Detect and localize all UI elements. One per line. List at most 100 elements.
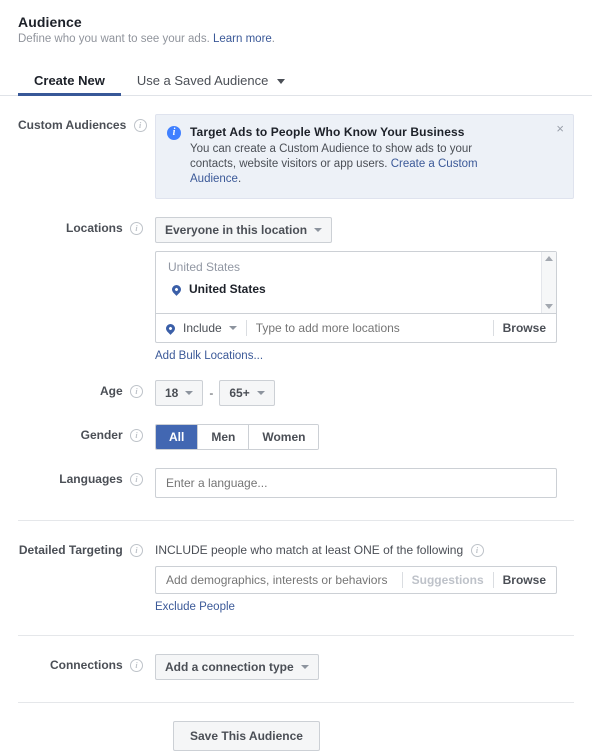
info-icon[interactable]: i bbox=[133, 119, 147, 132]
chevron-down-icon bbox=[300, 665, 309, 669]
row-locations: Locations i Everyone in this location Un… bbox=[18, 199, 574, 362]
exclude-people-link[interactable]: Exclude People bbox=[155, 601, 235, 613]
locations-box: United States United States Include Type… bbox=[155, 251, 557, 343]
age-label: Age i bbox=[18, 380, 155, 398]
detailed-targeting-input[interactable] bbox=[166, 573, 393, 587]
info-icon[interactable]: i bbox=[130, 659, 143, 672]
include-exclude-dropdown[interactable]: Include bbox=[164, 321, 237, 335]
tab-use-saved-audience[interactable]: Use a Saved Audience bbox=[121, 73, 301, 95]
age-field: 18 - 65+ bbox=[155, 380, 574, 406]
divider bbox=[492, 572, 494, 588]
tab-create-new[interactable]: Create New bbox=[18, 73, 121, 96]
locations-scrollbar[interactable] bbox=[541, 252, 556, 313]
info-icon[interactable]: i bbox=[130, 385, 143, 398]
audience-form: Custom Audiences i i Target Ads to Peopl… bbox=[0, 96, 592, 751]
detailed-targeting-box: Suggestions Browse bbox=[155, 566, 557, 594]
info-icon[interactable]: i bbox=[470, 544, 484, 557]
selected-locations-list: United States United States bbox=[156, 252, 556, 314]
info-icon[interactable]: i bbox=[130, 544, 143, 557]
chevron-down-icon bbox=[314, 228, 323, 232]
chevron-down-icon bbox=[185, 391, 194, 395]
chevron-down-icon bbox=[256, 391, 265, 395]
age-max-dropdown[interactable]: 65+ bbox=[219, 380, 275, 406]
gender-option-all[interactable]: All bbox=[156, 425, 198, 449]
row-languages: Languages i bbox=[18, 450, 574, 498]
banner-text: You can create a Custom Audience to show… bbox=[190, 142, 520, 187]
banner-body: Target Ads to People Who Know Your Busin… bbox=[190, 125, 520, 187]
locations-input-row: Include Browse bbox=[156, 314, 556, 342]
detailed-targeting-label: Detailed Targeting i bbox=[18, 539, 155, 557]
languages-label: Languages i bbox=[18, 468, 155, 486]
row-connections: Connections i Add a connection type bbox=[18, 636, 574, 680]
map-pin-icon bbox=[164, 321, 177, 335]
locations-search-input[interactable] bbox=[255, 321, 484, 335]
detailed-targeting-browse-button[interactable]: Browse bbox=[503, 573, 556, 587]
custom-audiences-field: i Target Ads to People Who Know Your Bus… bbox=[155, 114, 574, 199]
gender-field: All Men Women bbox=[155, 424, 574, 450]
gender-option-women[interactable]: Women bbox=[248, 425, 319, 449]
locations-group-header: United States bbox=[168, 260, 241, 274]
custom-audiences-label: Custom Audiences i bbox=[18, 114, 155, 132]
scroll-up-icon[interactable] bbox=[545, 256, 553, 261]
connection-type-label: Add a connection type bbox=[165, 660, 294, 674]
suggestions-button[interactable]: Suggestions bbox=[412, 573, 484, 587]
page-header: Audience Define who you want to see your… bbox=[0, 0, 592, 45]
languages-input[interactable] bbox=[155, 468, 557, 498]
map-pin-icon bbox=[170, 282, 183, 296]
age-min-value: 18 bbox=[165, 386, 179, 400]
close-icon[interactable]: × bbox=[556, 122, 564, 135]
include-exclude-label: Include bbox=[183, 321, 222, 335]
row-custom-audiences: Custom Audiences i i Target Ads to Peopl… bbox=[18, 96, 574, 199]
chevron-down-icon bbox=[276, 79, 285, 85]
scroll-down-icon[interactable] bbox=[545, 304, 553, 309]
save-audience-button[interactable]: Save This Audience bbox=[173, 721, 320, 751]
connection-type-dropdown[interactable]: Add a connection type bbox=[155, 654, 319, 680]
footer-actions: Save This Audience bbox=[18, 703, 574, 751]
add-bulk-locations-link[interactable]: Add Bulk Locations... bbox=[155, 350, 263, 362]
page-title: Audience bbox=[18, 14, 82, 30]
gender-label-text: Gender bbox=[80, 428, 123, 442]
info-icon[interactable]: i bbox=[130, 473, 143, 486]
gender-option-men[interactable]: Men bbox=[197, 425, 249, 449]
page-subtitle-period: . bbox=[271, 33, 275, 45]
age-range-separator: - bbox=[209, 386, 214, 400]
row-detailed-targeting: Detailed Targeting i INCLUDE people who … bbox=[18, 521, 574, 613]
banner-text-period: . bbox=[237, 173, 242, 185]
connections-label-text: Connections bbox=[49, 658, 123, 672]
locations-label-text: Locations bbox=[65, 221, 123, 235]
audience-tabs: Create New Use a Saved Audience bbox=[0, 67, 592, 96]
list-item-label: United States bbox=[189, 282, 266, 296]
info-circle-icon: i bbox=[167, 126, 181, 140]
languages-label-text: Languages bbox=[59, 472, 123, 486]
info-icon[interactable]: i bbox=[130, 222, 143, 235]
age-label-text: Age bbox=[99, 384, 123, 398]
tab-use-saved-audience-label: Use a Saved Audience bbox=[136, 73, 269, 88]
languages-field bbox=[155, 468, 574, 498]
list-item[interactable]: United States bbox=[156, 280, 556, 296]
page-subtitle: Define who you want to see your ads. Lea… bbox=[18, 33, 574, 45]
custom-audience-banner: i Target Ads to People Who Know Your Bus… bbox=[155, 114, 574, 199]
location-scope-dropdown-label: Everyone in this location bbox=[165, 223, 308, 237]
info-icon[interactable]: i bbox=[130, 429, 143, 442]
connections-field: Add a connection type bbox=[155, 654, 574, 680]
detailed-targeting-heading-text: INCLUDE people who match at least ONE of… bbox=[155, 543, 464, 557]
divider bbox=[492, 320, 494, 336]
custom-audiences-label-text: Custom Audiences bbox=[18, 118, 127, 132]
locations-browse-button[interactable]: Browse bbox=[503, 321, 556, 335]
connections-label: Connections i bbox=[18, 654, 155, 672]
detailed-targeting-heading: INCLUDE people who match at least ONE of… bbox=[155, 539, 574, 557]
detailed-targeting-field: INCLUDE people who match at least ONE of… bbox=[155, 539, 574, 613]
page-subtitle-text: Define who you want to see your ads. bbox=[18, 33, 210, 45]
row-age: Age i 18 - 65+ bbox=[18, 362, 574, 406]
tab-create-new-label: Create New bbox=[34, 73, 105, 88]
location-scope-dropdown[interactable]: Everyone in this location bbox=[155, 217, 333, 243]
divider bbox=[245, 320, 247, 336]
age-max-value: 65+ bbox=[229, 386, 250, 400]
locations-label: Locations i bbox=[18, 217, 155, 235]
row-gender: Gender i All Men Women bbox=[18, 406, 574, 450]
learn-more-link[interactable]: Learn more bbox=[213, 33, 272, 45]
chevron-down-icon bbox=[228, 326, 237, 330]
age-min-dropdown[interactable]: 18 bbox=[155, 380, 204, 406]
divider bbox=[401, 572, 403, 588]
gender-label: Gender i bbox=[18, 424, 155, 442]
